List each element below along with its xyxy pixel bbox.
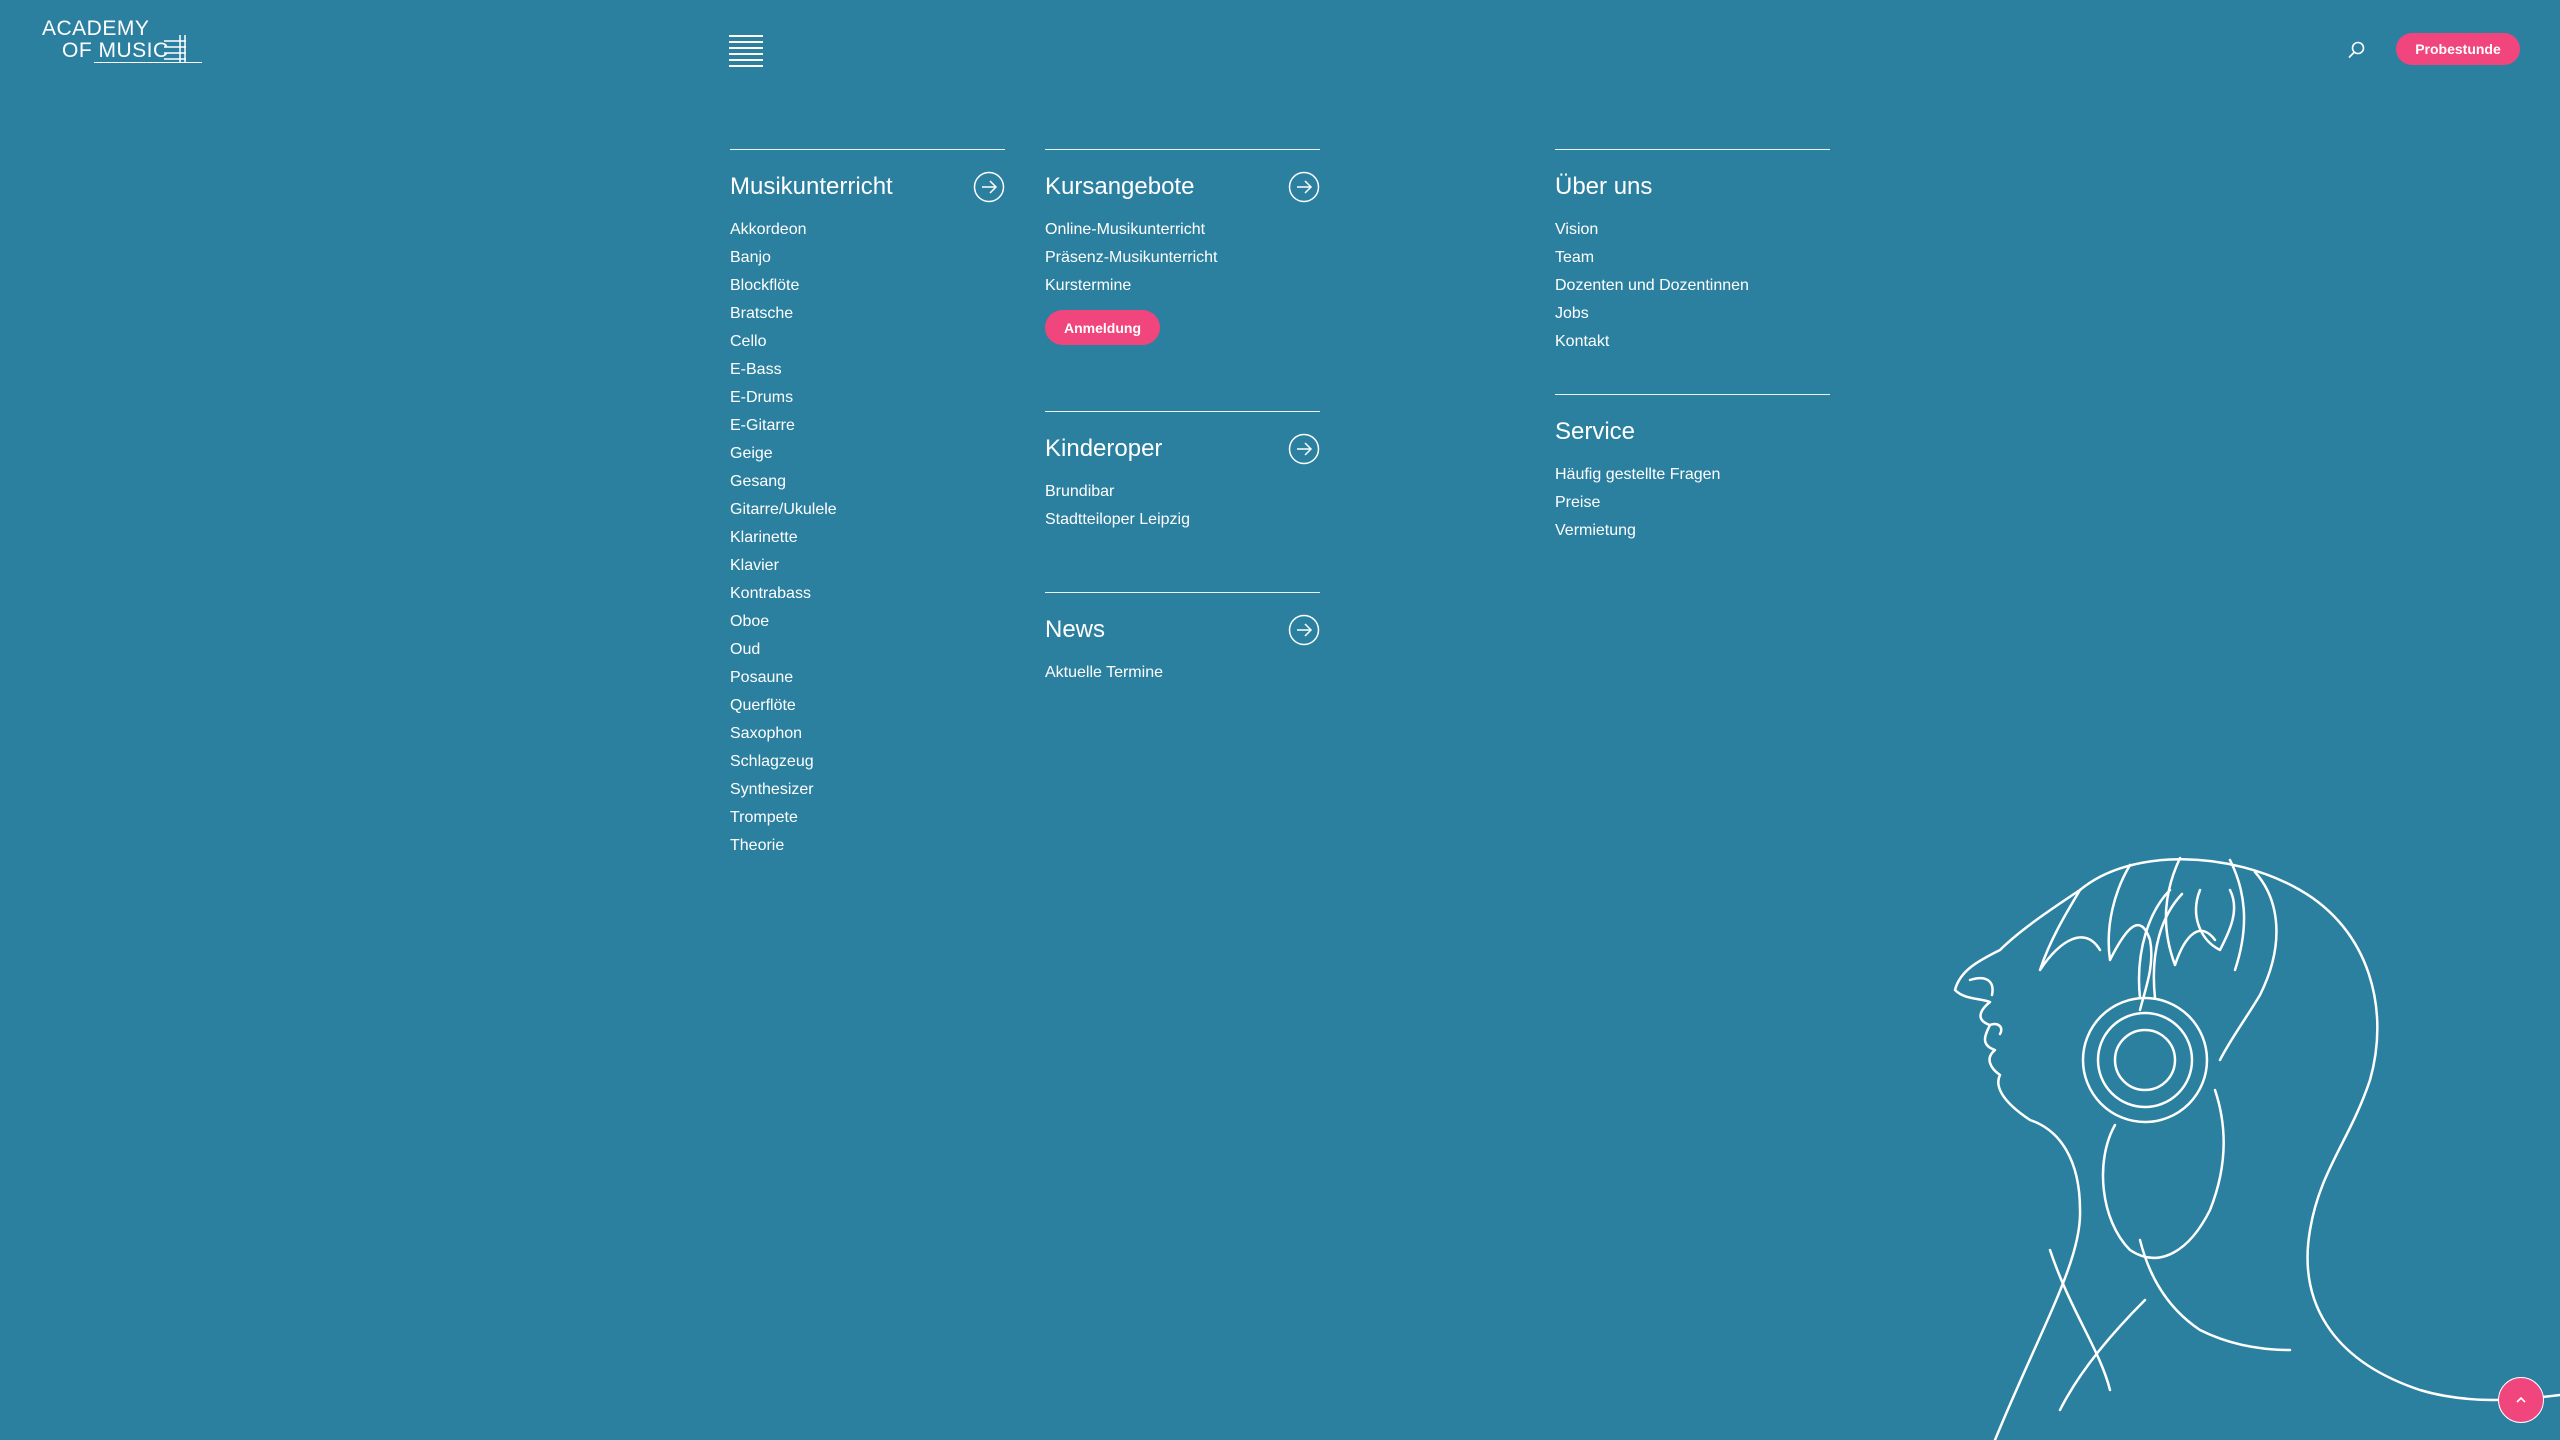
headphones-person-illustration	[1953, 856, 2560, 1440]
menu-link[interactable]: Häufig gestellte Fragen	[1555, 466, 1720, 483]
search-icon[interactable]	[2347, 40, 2367, 60]
menu-link[interactable]: Oud	[730, 641, 760, 658]
menu-link[interactable]: Aktuelle Termine	[1045, 664, 1163, 681]
menu-link[interactable]: E-Bass	[730, 361, 782, 378]
arrow-right-icon[interactable]	[973, 171, 1005, 203]
section-ueber-uns: Über uns Vision Team Dozenten und Dozent…	[1555, 149, 1830, 356]
menu-link[interactable]: Theorie	[730, 837, 784, 854]
logo-line1: ACADEMY	[42, 17, 150, 40]
menu-link[interactable]: Schlagzeug	[730, 753, 814, 770]
menu-link[interactable]: Banjo	[730, 249, 771, 266]
menu-link[interactable]: Oboe	[730, 613, 769, 630]
section-head: Musikunterricht	[730, 170, 1005, 204]
section-title-musikunterricht[interactable]: Musikunterricht	[730, 173, 893, 201]
menu-link[interactable]: Saxophon	[730, 725, 802, 742]
menu-link[interactable]: Blockflöte	[730, 277, 799, 294]
list-musikunterricht: Akkordeon Banjo Blockflöte Bratsche Cell…	[730, 216, 1005, 860]
section-head: Service	[1555, 415, 1830, 449]
menu-link[interactable]: Posaune	[730, 669, 793, 686]
menu-link[interactable]: Vermietung	[1555, 522, 1636, 539]
section-title-news[interactable]: News	[1045, 616, 1105, 644]
menu-column-3: Über uns Vision Team Dozenten und Dozent…	[1555, 149, 1830, 545]
section-service: Service Häufig gestellte Fragen Preise V…	[1555, 394, 1830, 545]
menu-link[interactable]: Vision	[1555, 221, 1598, 238]
section-kursangebote: Kursangebote Online-Musikunterricht Präs…	[1045, 149, 1320, 345]
menu-link[interactable]: Akkordeon	[730, 221, 807, 238]
menu-link[interactable]: Stadtteiloper Leipzig	[1045, 511, 1190, 528]
section-news: News Aktuelle Termine	[1045, 592, 1320, 687]
menu-link[interactable]: Trompete	[730, 809, 798, 826]
section-head: Kursangebote	[1045, 170, 1320, 204]
list-ueber-uns: Vision Team Dozenten und Dozentinnen Job…	[1555, 216, 1830, 356]
staff-icon	[164, 35, 186, 63]
logo[interactable]: ACADEMY OF MUSIC	[42, 17, 202, 68]
menu-link[interactable]: E-Drums	[730, 389, 793, 406]
section-head: Kinderoper	[1045, 432, 1320, 466]
section-musikunterricht: Musikunterricht Akkordeon Banjo Blockflö…	[730, 149, 1005, 860]
list-service: Häufig gestellte Fragen Preise Vermietun…	[1555, 461, 1830, 545]
arrow-right-icon[interactable]	[1288, 433, 1320, 465]
section-title-service[interactable]: Service	[1555, 418, 1635, 446]
menu-link[interactable]: Geige	[730, 445, 773, 462]
menu-link[interactable]: Preise	[1555, 494, 1600, 511]
arrow-right-icon[interactable]	[1288, 614, 1320, 646]
menu-link[interactable]: Gesang	[730, 473, 786, 490]
chevron-up-icon	[2516, 1396, 2526, 1403]
anmeldung-button[interactable]: Anmeldung	[1045, 310, 1160, 345]
menu-link[interactable]: Brundibar	[1045, 483, 1114, 500]
menu-link[interactable]: Kontakt	[1555, 333, 1609, 350]
menu-link[interactable]: Klarinette	[730, 529, 798, 546]
section-head: News	[1045, 613, 1320, 647]
menu-link[interactable]: Klavier	[730, 557, 779, 574]
menu-link[interactable]: Dozenten und Dozentinnen	[1555, 277, 1749, 294]
menu-link[interactable]: Bratsche	[730, 305, 793, 322]
menu-column-2: Kursangebote Online-Musikunterricht Präs…	[1045, 149, 1320, 687]
scroll-to-top-button[interactable]	[2498, 1377, 2544, 1423]
list-kinderoper: Brundibar Stadtteiloper Leipzig	[1045, 478, 1320, 534]
section-kinderoper: Kinderoper Brundibar Stadtteiloper Leipz…	[1045, 411, 1320, 534]
menu-link[interactable]: Synthesizer	[730, 781, 814, 798]
menu-link[interactable]: Jobs	[1555, 305, 1589, 322]
menu-link[interactable]: Gitarre/Ukulele	[730, 501, 837, 518]
section-title-kinderoper[interactable]: Kinderoper	[1045, 435, 1162, 463]
list-kursangebote: Online-Musikunterricht Präsenz-Musikunte…	[1045, 216, 1320, 300]
menu-link[interactable]: Online-Musikunterricht	[1045, 221, 1205, 238]
menu-link[interactable]: Kontrabass	[730, 585, 811, 602]
probestunde-button[interactable]: Probestunde	[2396, 33, 2520, 65]
menu-link[interactable]: Team	[1555, 249, 1594, 266]
section-head: Über uns	[1555, 170, 1830, 204]
menu-link[interactable]: E-Gitarre	[730, 417, 795, 434]
section-title-kursangebote[interactable]: Kursangebote	[1045, 173, 1194, 201]
section-title-ueber-uns[interactable]: Über uns	[1555, 173, 1652, 201]
menu-link[interactable]: Querflöte	[730, 697, 796, 714]
arrow-right-icon[interactable]	[1288, 171, 1320, 203]
logo-line2: OF MUSIC	[62, 39, 169, 62]
menu-link[interactable]: Cello	[730, 333, 766, 350]
menu-link[interactable]: Kurstermine	[1045, 277, 1131, 294]
menu-link[interactable]: Präsenz-Musikunterricht	[1045, 249, 1218, 266]
menu-column-musikunterricht: Musikunterricht Akkordeon Banjo Blockflö…	[730, 149, 1005, 860]
hamburger-menu-icon[interactable]	[729, 35, 763, 67]
list-news: Aktuelle Termine	[1045, 659, 1320, 687]
